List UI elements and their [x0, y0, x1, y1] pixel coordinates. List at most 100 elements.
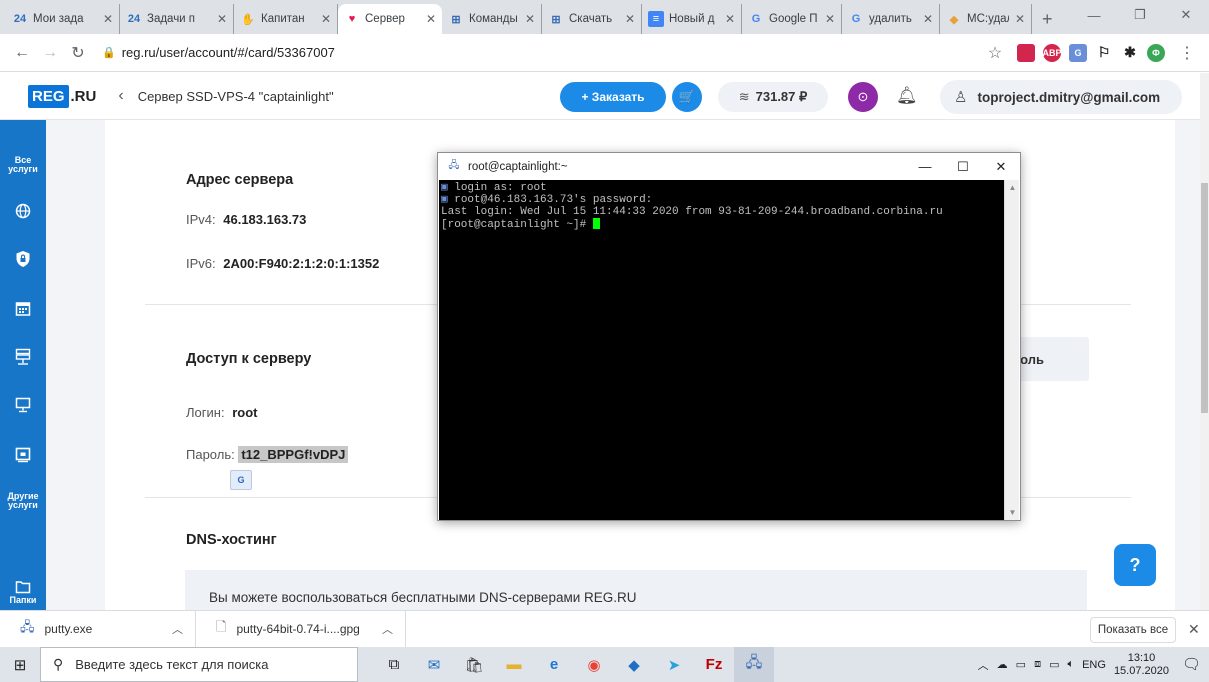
- browser-tab-active[interactable]: ♥ Сервер ✕: [338, 4, 442, 34]
- reg-ru-logo[interactable]: REG .RU: [28, 84, 96, 108]
- extensions-puzzle-icon[interactable]: ✱: [1121, 44, 1139, 62]
- ipv6-label: IPv6:: [186, 256, 216, 271]
- taskbar-search[interactable]: ⚲ Введите здесь текст для поиска: [40, 647, 358, 682]
- browser-tab[interactable]: ⊞ Скачать ✕: [542, 4, 642, 34]
- ipv4-value[interactable]: 46.183.163.73: [223, 212, 306, 227]
- browser-tab[interactable]: 24 Мои зада ✕: [6, 4, 120, 34]
- language-indicator[interactable]: ENG: [1082, 659, 1106, 671]
- putty-window[interactable]: 🖧︎ root@captainlight:~ — ☐ ✕ ▣ login as:…: [437, 152, 1021, 521]
- close-icon[interactable]: ✕: [1163, 0, 1209, 30]
- store-icon[interactable]: 🛍︎: [454, 647, 494, 682]
- sidebar-item-all-services[interactable]: Все услуги: [0, 156, 46, 174]
- filezilla-icon[interactable]: Fz: [694, 647, 734, 682]
- show-all-downloads-button[interactable]: Показать все: [1090, 617, 1176, 643]
- tab-close-icon[interactable]: ✕: [825, 12, 835, 26]
- putty-maximize-icon[interactable]: ☐: [944, 153, 982, 180]
- putty-taskbar-icon[interactable]: 🖧︎: [734, 647, 774, 682]
- tray-expand-icon[interactable]: ︿: [978, 657, 989, 673]
- browser-tab[interactable]: G Google П ✕: [742, 4, 842, 34]
- bell-icon[interactable]: 🔔︎: [896, 86, 918, 106]
- browser-tab[interactable]: 24 Задачи п ✕: [120, 4, 234, 34]
- sidebar-item-ssl[interactable]: [0, 250, 46, 268]
- terminal-scrollbar[interactable]: ▲ ▼: [1004, 180, 1019, 520]
- windows-start-icon[interactable]: ⊞: [0, 647, 40, 682]
- cloud-icon[interactable]: ☁: [997, 658, 1008, 671]
- tab-favicon: ⊞: [451, 13, 461, 26]
- browser-tab[interactable]: ⊞ Команды ✕: [442, 4, 542, 34]
- password-value[interactable]: t12_BPPGf!vDPJ: [238, 446, 349, 463]
- tab-title: Новый д: [669, 13, 715, 25]
- chevron-up-icon[interactable]: ︿: [382, 621, 393, 637]
- tab-close-icon[interactable]: ✕: [525, 12, 535, 26]
- sidebar-item-domains[interactable]: [0, 202, 46, 220]
- close-downloads-icon[interactable]: ✕: [1188, 621, 1200, 638]
- sidebar-item-hosting[interactable]: [0, 300, 46, 318]
- battery-icon[interactable]: ▭: [1049, 658, 1059, 671]
- new-tab-button[interactable]: +: [1032, 4, 1063, 34]
- login-label: Логин:: [186, 405, 225, 420]
- sidebar-item-vps[interactable]: [0, 396, 46, 414]
- scroll-up-icon[interactable]: ▲: [1005, 180, 1020, 195]
- mail-icon[interactable]: ✉: [414, 647, 454, 682]
- network-icon[interactable]: ▭: [1016, 658, 1026, 671]
- chevron-up-icon[interactable]: ︿: [172, 621, 183, 637]
- browser-tab[interactable]: ≡ Новый д ✕: [642, 4, 742, 34]
- restore-icon[interactable]: ❐: [1117, 0, 1163, 30]
- profile-avatar-icon[interactable]: Ф: [1147, 43, 1165, 62]
- translate-extension-icon[interactable]: G: [1069, 43, 1087, 62]
- tab-close-icon[interactable]: ✕: [1015, 12, 1025, 26]
- notifications-icon[interactable]: 🗨︎: [1182, 655, 1201, 673]
- sidebar-item-website-builder[interactable]: [0, 446, 46, 464]
- extension-flag-icon[interactable]: ⚐: [1095, 44, 1113, 62]
- balance-button[interactable]: ≋ 731.87 ₽: [718, 82, 828, 112]
- taskbar-clock[interactable]: 13:10 15.07.2020: [1114, 652, 1169, 678]
- browser-tab[interactable]: G удалить ✕: [842, 4, 940, 34]
- tray-app-icon[interactable]: ⧈: [1034, 658, 1041, 671]
- account-button[interactable]: ♙ toproject.dmitry@gmail.com: [940, 80, 1182, 114]
- ipv6-value[interactable]: 2A00:F940:2:1:2:0:1:1352: [223, 256, 379, 271]
- forward-arrow-icon[interactable]: →: [36, 39, 64, 67]
- volume-icon[interactable]: 🔈︎: [1067, 658, 1074, 671]
- tab-close-icon[interactable]: ✕: [625, 12, 635, 26]
- task-view-icon[interactable]: ⧉: [374, 647, 414, 682]
- cart-icon[interactable]: 🛒: [672, 82, 702, 112]
- chevron-left-icon[interactable]: ‹: [118, 87, 123, 105]
- order-button[interactable]: + Заказать: [560, 82, 666, 112]
- tab-close-icon[interactable]: ✕: [321, 12, 331, 26]
- scroll-down-icon[interactable]: ▼: [1005, 505, 1020, 520]
- help-button[interactable]: ?: [1114, 544, 1156, 586]
- tab-close-icon[interactable]: ✕: [923, 12, 933, 26]
- tab-close-icon[interactable]: ✕: [217, 12, 227, 26]
- page-scrollbar-thumb[interactable]: [1201, 183, 1208, 413]
- bookmark-star-icon[interactable]: ☆: [981, 39, 1009, 67]
- download-item[interactable]: 🗋︎ putty-64bit-0.74-i....gpg ︿: [196, 610, 406, 648]
- tab-close-icon[interactable]: ✕: [103, 12, 113, 26]
- browser-menu-icon[interactable]: ⋮: [1173, 39, 1201, 67]
- reload-icon[interactable]: ↻: [64, 39, 92, 67]
- putty-close-icon[interactable]: ✕: [982, 153, 1020, 180]
- back-arrow-icon[interactable]: ←: [8, 39, 36, 67]
- extension-red-icon[interactable]: [1017, 43, 1035, 62]
- edge-icon[interactable]: e: [534, 647, 574, 682]
- adblock-icon[interactable]: ABP: [1043, 43, 1062, 62]
- download-item[interactable]: 🖧︎ putty.exe ︿: [0, 610, 196, 648]
- terminal[interactable]: ▣ login as: root ▣ root@46.183.163.73's p…: [439, 180, 1005, 520]
- login-value[interactable]: root: [232, 405, 257, 420]
- app-cube-icon[interactable]: ◆: [614, 647, 654, 682]
- file-explorer-icon[interactable]: ▬: [494, 647, 534, 682]
- page-scrollbar[interactable]: [1200, 73, 1209, 610]
- gamepad-icon[interactable]: ⊙: [848, 82, 878, 112]
- sidebar-item-folders[interactable]: Папки: [0, 578, 46, 605]
- tab-close-icon[interactable]: ✕: [725, 12, 735, 26]
- sidebar-item-servers[interactable]: [0, 348, 46, 366]
- telegram-icon[interactable]: ➤: [654, 647, 694, 682]
- tab-close-icon[interactable]: ✕: [426, 12, 436, 26]
- minimize-icon[interactable]: —: [1071, 0, 1117, 30]
- putty-minimize-icon[interactable]: —: [906, 153, 944, 180]
- chrome-icon[interactable]: ◉: [574, 647, 614, 682]
- browser-tab[interactable]: ◆ MC:удал ✕: [940, 4, 1032, 34]
- google-translate-icon[interactable]: G: [230, 470, 252, 490]
- browser-tab[interactable]: ✋ Капитан ✕: [234, 4, 338, 34]
- sidebar-item-other-services[interactable]: Другие услуги: [0, 492, 46, 510]
- address-bar[interactable]: 🔒 reg.ru/user/account/#/card/53367007: [102, 39, 971, 67]
